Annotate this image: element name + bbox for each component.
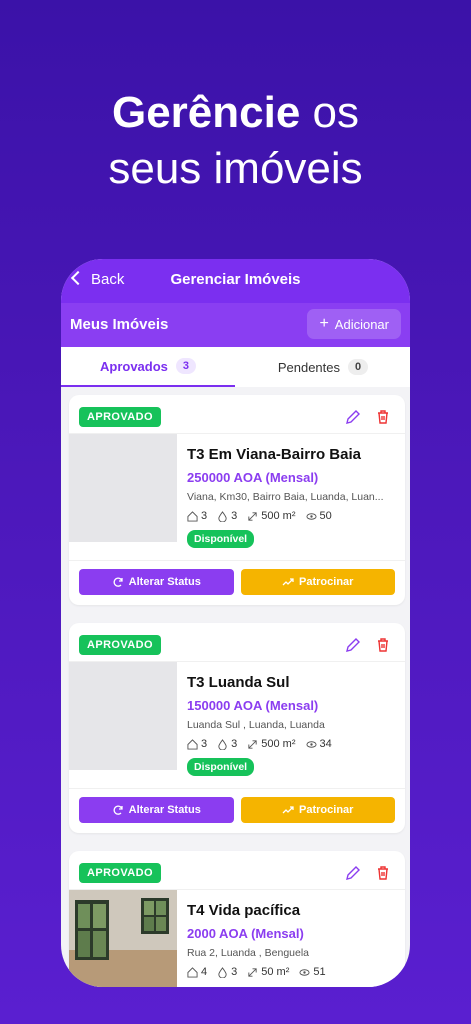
section-title: Meus Imóveis: [70, 316, 169, 333]
edit-icon[interactable]: [345, 409, 361, 425]
headline-line1-rest: os: [300, 88, 360, 137]
rooms-count: 3: [201, 510, 208, 522]
card-actions: Alterar Status Patrocinar: [79, 797, 395, 823]
section-header: Meus Imóveis + Adicionar: [61, 303, 410, 347]
eye-icon: [305, 740, 317, 748]
change-status-label: Alterar Status: [128, 804, 201, 816]
views-count: 50: [319, 510, 332, 522]
baths-count: 3: [231, 510, 238, 522]
sponsor-label: Patrocinar: [299, 804, 354, 816]
sponsor-label: Patrocinar: [299, 576, 354, 588]
area-value: 500 m²: [261, 510, 296, 522]
card-actions: Alterar Status Patrocinar: [79, 569, 395, 595]
baths-count: 3: [231, 966, 238, 978]
home-icon: [187, 738, 198, 750]
tab-aprovados[interactable]: Aprovados 3: [61, 347, 235, 387]
change-status-label: Alterar Status: [128, 576, 201, 588]
screen-title: Gerenciar Imóveis: [170, 271, 301, 288]
property-price: 2000 AOA (Mensal): [187, 926, 304, 941]
property-address: Viana, Km30, Bairro Baia, Luanda, Luan..…: [187, 491, 384, 503]
add-label: Adicionar: [334, 316, 389, 332]
listing-row[interactable]: T3 Luanda Sul 150000 AOA (Mensal) Luanda…: [69, 661, 405, 789]
change-status-button[interactable]: Alterar Status: [79, 569, 234, 595]
property-name: T3 Em Viana-Bairro Baia: [187, 446, 361, 463]
property-photo: [69, 890, 177, 987]
property-name: T4 Vida pacífica: [187, 902, 301, 919]
headline-line2: seus imóveis: [108, 144, 363, 193]
expand-icon: [248, 739, 257, 749]
listing-row[interactable]: T3 Em Viana-Bairro Baia 250000 AOA (Mens…: [69, 433, 405, 561]
edit-icon[interactable]: [345, 865, 361, 881]
listing-card: APROVADO T3 Em Viana-Bairro Baia 250000 …: [69, 395, 405, 605]
trash-icon[interactable]: [375, 637, 391, 653]
status-badge: APROVADO: [79, 407, 161, 427]
property-price: 250000 AOA (Mensal): [187, 470, 319, 485]
baths-count: 3: [231, 738, 238, 750]
status-badge: APROVADO: [79, 863, 161, 883]
property-address: Rua 2, Luanda , Benguela: [187, 947, 310, 959]
property-features: 4 3 50 m² 51: [187, 966, 326, 978]
eye-icon: [305, 512, 317, 520]
rooms-count: 3: [201, 738, 208, 750]
property-features: 3 3 500 m² 50: [187, 510, 332, 522]
home-icon: [187, 966, 198, 978]
headline-bold: Gerêncie: [111, 88, 301, 137]
change-status-button[interactable]: Alterar Status: [79, 797, 234, 823]
tab-bar: Aprovados 3 Pendentes 0: [61, 347, 410, 387]
trending-up-icon: [282, 806, 294, 814]
tab-count: 3: [175, 358, 197, 374]
refresh-icon: [113, 577, 123, 587]
property-price: 150000 AOA (Mensal): [187, 698, 319, 713]
tab-label: Pendentes: [277, 359, 341, 375]
property-name: T3 Luanda Sul: [187, 674, 290, 691]
tab-label: Aprovados: [99, 358, 168, 374]
trending-up-icon: [282, 578, 294, 586]
trash-icon[interactable]: [375, 409, 391, 425]
trash-icon[interactable]: [375, 865, 391, 881]
eye-icon: [299, 968, 310, 976]
availability-pill: Disponível: [187, 530, 255, 548]
drop-icon: [218, 738, 227, 750]
availability-pill: Disponível: [187, 758, 255, 776]
views-count: 51: [313, 966, 326, 978]
add-property-button[interactable]: + Adicionar: [307, 309, 401, 339]
top-bar: Back Gerenciar Imóveis: [61, 259, 410, 303]
drop-icon: [218, 966, 227, 978]
sponsor-button[interactable]: Patrocinar: [240, 797, 395, 823]
area-value: 500 m²: [261, 738, 296, 750]
listing-card: APROVADO T4 Vida pacífica 2000 AOA (Mens…: [69, 851, 405, 987]
tab-count: 0: [348, 359, 369, 375]
plus-icon: +: [319, 315, 329, 332]
drop-icon: [218, 510, 227, 522]
rooms-count: 4: [201, 966, 208, 978]
phone-screen: Back Gerenciar Imóveis Meus Imóveis + Ad…: [61, 259, 410, 987]
room-photo: [69, 890, 177, 987]
edit-icon[interactable]: [345, 637, 361, 653]
property-features: 3 3 500 m² 34: [187, 738, 332, 750]
status-badge: APROVADO: [79, 635, 161, 655]
sponsor-button[interactable]: Patrocinar: [240, 569, 395, 595]
listing-row[interactable]: T4 Vida pacífica 2000 AOA (Mensal) Rua 2…: [69, 889, 405, 987]
tab-pendentes[interactable]: Pendentes 0: [236, 347, 410, 387]
views-count: 34: [319, 738, 332, 750]
property-thumbnail: [69, 434, 177, 542]
property-address: Luanda Sul , Luanda, Luanda: [187, 719, 325, 731]
property-thumbnail: [69, 662, 177, 770]
listing-card: APROVADO T3 Luanda Sul 150000 AOA (Mensa…: [69, 623, 405, 833]
home-icon: [187, 510, 198, 522]
promo-headline: Gerêncie os seus imóveis: [0, 85, 471, 197]
expand-icon: [248, 511, 257, 521]
refresh-icon: [113, 805, 123, 815]
area-value: 50 m²: [261, 966, 290, 978]
expand-icon: [248, 967, 257, 977]
